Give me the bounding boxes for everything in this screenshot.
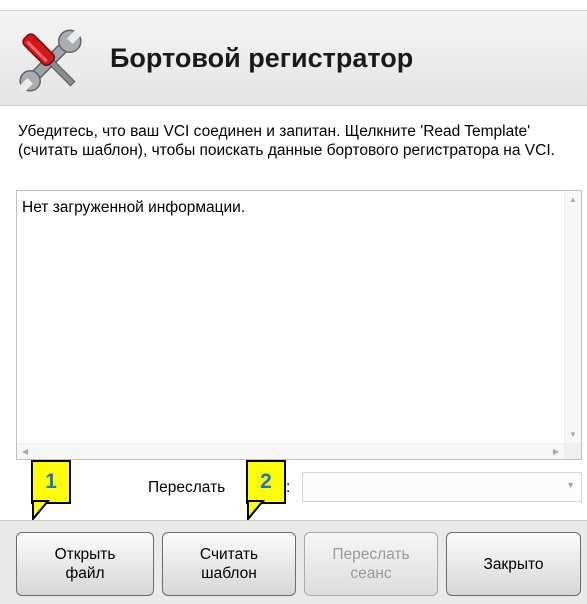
callout-2-pointer	[247, 500, 266, 520]
scroll-left-icon[interactable]: ◀	[22, 447, 28, 456]
scroll-down-icon[interactable]: ▼	[569, 430, 577, 439]
instructions-text: Убедитесь, что ваш VCI соединен и запита…	[18, 123, 555, 159]
chevron-down-icon[interactable]: ▼	[566, 480, 575, 490]
log-textarea[interactable]: Нет загруженной информации. ▲ ▼ ◀ ▶	[16, 190, 582, 460]
read-template-button[interactable]: Считать шаблон	[162, 532, 296, 596]
forward-session-button[interactable]: Переслать сеанс	[304, 532, 438, 596]
scrollbar-corner	[564, 443, 581, 459]
scroll-up-icon[interactable]: ▲	[569, 195, 577, 204]
vertical-scrollbar[interactable]: ▲ ▼	[564, 191, 581, 443]
scroll-right-icon[interactable]: ▶	[553, 447, 559, 456]
callout-1-badge: 1	[31, 460, 71, 504]
forward-label: Переслать	[148, 479, 226, 496]
log-content: Нет загруженной информации.	[22, 199, 246, 216]
horizontal-scrollbar[interactable]: ◀ ▶	[17, 443, 564, 459]
callout-1-pointer	[32, 500, 51, 520]
forward-select[interactable]: ▼	[302, 472, 582, 502]
tools-icon	[18, 29, 82, 93]
header-bar: Бортовой регистратор	[0, 10, 587, 106]
callout-2-badge: 2	[246, 460, 286, 504]
close-button[interactable]: Закрыто	[446, 532, 581, 596]
forward-colon: :	[286, 479, 291, 496]
page-title: Бортовой регистратор	[110, 43, 414, 73]
open-file-button[interactable]: Открыть файл	[16, 532, 154, 596]
